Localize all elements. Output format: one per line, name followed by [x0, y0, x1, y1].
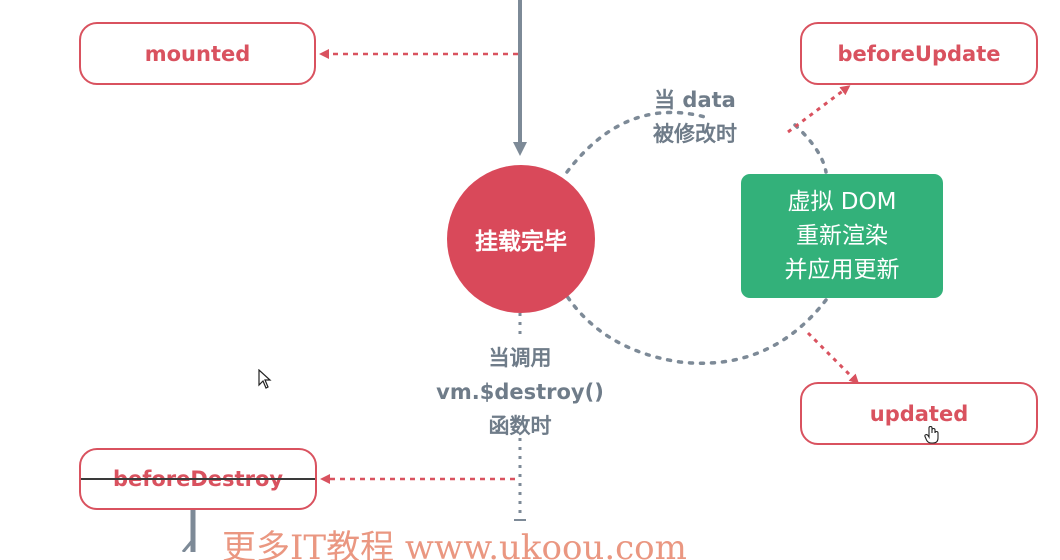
before-update-hook: beforeUpdate	[800, 22, 1038, 85]
destroy-call-line-1: 当调用	[488, 346, 552, 370]
vdom-line-3: 并应用更新	[784, 257, 900, 283]
mount-complete-label: 挂载完毕	[475, 229, 567, 255]
mount-complete-node: 挂载完毕	[447, 165, 595, 313]
vdom-line-1: 虚拟 DOM	[787, 189, 897, 215]
updated-hook-label: updated	[869, 401, 969, 426]
data-changed-label: 当 data 被修改时	[620, 83, 770, 151]
destroy-call-line-2: vm.$destroy()	[436, 380, 604, 404]
mounted-hook: mounted	[79, 22, 316, 85]
vdom-line-2: 重新渲染	[796, 223, 888, 249]
mounted-hook-label: mounted	[144, 41, 251, 66]
data-changed-line-1: 当 data	[654, 88, 736, 112]
data-changed-line-2: 被修改时	[653, 122, 737, 146]
destroy-call-label: 当调用 vm.$destroy() 函数时	[415, 341, 625, 443]
destroy-call-line-3: 函数时	[488, 414, 552, 438]
mouse-pointer-icon	[258, 369, 272, 389]
updated-arrow	[806, 331, 860, 385]
before-update-arrow	[787, 85, 851, 134]
vdom-rerender-box: 虚拟 DOM 重新渲染 并应用更新	[741, 174, 943, 298]
watermark: 更多IT教程 www.ukoou.com	[222, 528, 687, 560]
update-loop-arc-right-top	[793, 123, 828, 174]
before-update-hook-label: beforeUpdate	[837, 41, 1001, 66]
before-destroy-hook: beforeDestroy	[79, 448, 317, 510]
updated-hook: updated	[800, 382, 1038, 445]
strikethrough-line	[81, 478, 315, 480]
hand-cursor-icon	[924, 426, 939, 444]
